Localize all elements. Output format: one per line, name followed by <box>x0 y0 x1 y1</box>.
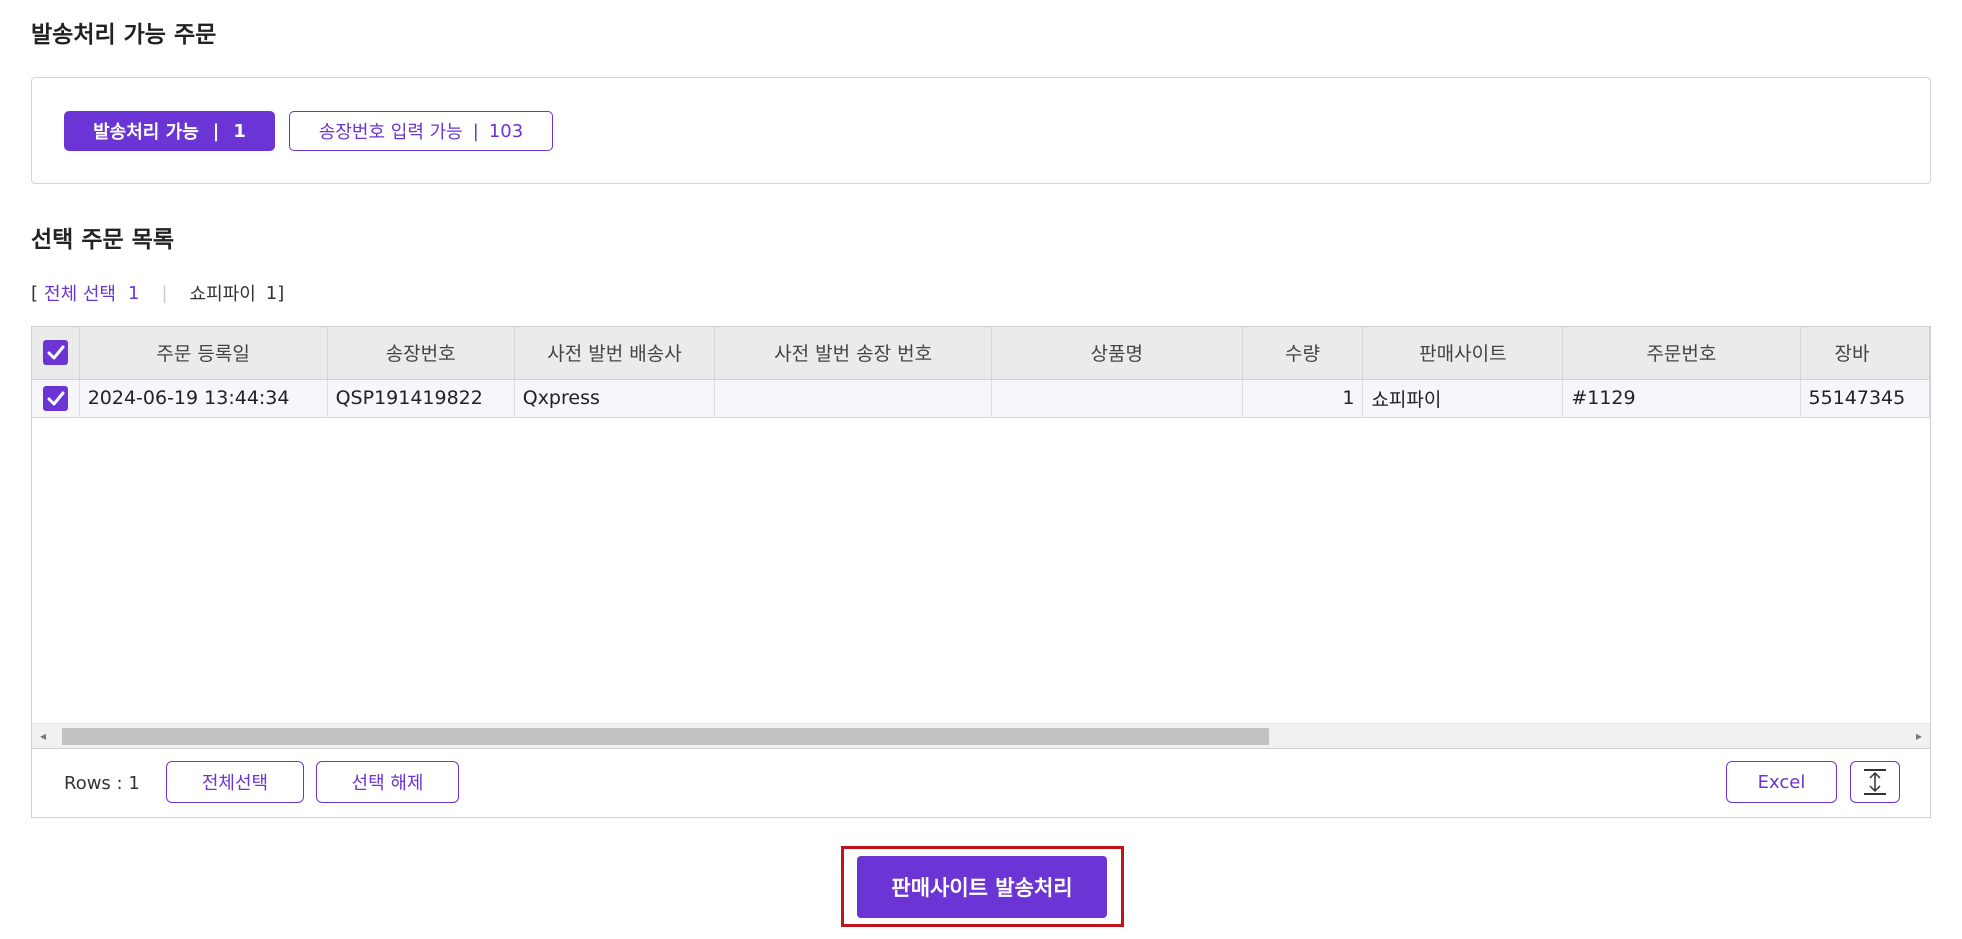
filter-open-bracket: [ <box>31 282 39 304</box>
resize-grid-button[interactable] <box>1850 761 1900 803</box>
ship-to-sales-site-button[interactable]: 판매사이트 발송처리 <box>857 856 1107 918</box>
filter-site-count: 1 <box>265 282 278 304</box>
chip-shippable-count: 1 <box>233 120 246 142</box>
chip-shippable[interactable]: 발송처리 가능 | 1 <box>64 111 275 151</box>
page: 발송처리 가능 주문 발송처리 가능 | 1 송장번호 입력 가능 | 103 … <box>0 0 1962 939</box>
column-header[interactable]: 주문번호 <box>1562 327 1801 380</box>
column-header[interactable]: 수량 <box>1242 327 1364 380</box>
filter-close-bracket: ] <box>277 282 285 304</box>
checkmark-icon <box>47 345 65 360</box>
order-grid: 주문 등록일 송장번호 사전 발번 배송사 사전 발번 송장 번호 상품명 수량… <box>31 326 1931 818</box>
grid-viewport: 주문 등록일 송장번호 사전 발번 배송사 사전 발번 송장 번호 상품명 수량… <box>32 327 1930 748</box>
status-filter-box: 발송처리 가능 | 1 송장번호 입력 가능 | 103 <box>31 77 1931 184</box>
filter-all-count: 1 <box>128 282 140 304</box>
cell-invoice-no: QSP191419822 <box>327 379 515 418</box>
vertical-resize-icon <box>1864 769 1886 795</box>
cell-cart: 55147345 <box>1800 379 1930 418</box>
cell-pre-invoice-no <box>714 379 992 418</box>
site-filter-line: [ 전체 선택 1 | 쇼피파이 1 ] <box>31 280 284 306</box>
order-table: 주문 등록일 송장번호 사전 발번 배송사 사전 발번 송장 번호 상품명 수량… <box>32 327 1930 418</box>
filter-site-link[interactable]: 쇼피파이 <box>190 280 256 306</box>
scrollbar-thumb[interactable] <box>62 728 1269 745</box>
row-checkbox[interactable] <box>42 385 68 411</box>
filter-all-link[interactable]: 전체 선택 <box>44 280 116 306</box>
cell-order-no: #1129 <box>1562 379 1801 418</box>
column-header[interactable]: 상품명 <box>991 327 1243 380</box>
column-header[interactable]: 장바 <box>1800 327 1930 380</box>
chip-shippable-label: 발송처리 가능 <box>93 122 199 143</box>
table-row[interactable]: 2024-06-19 13:44:34 QSP191419822 Qxpress… <box>32 379 1930 418</box>
chip-invoice-input[interactable]: 송장번호 입력 가능 | 103 <box>289 111 553 151</box>
chip-separator: | <box>472 120 479 142</box>
cell-order-date: 2024-06-19 13:44:34 <box>79 379 328 418</box>
filter-divider: | <box>161 282 168 304</box>
excel-export-button[interactable]: Excel <box>1726 761 1837 803</box>
cell-product-name <box>991 379 1243 418</box>
row-checkbox-cell <box>32 379 80 418</box>
grid-footer: Rows : 1 전체선택 선택 해제 Excel <box>32 748 1930 817</box>
table-header-row: 주문 등록일 송장번호 사전 발번 배송사 사전 발번 송장 번호 상품명 수량… <box>32 327 1930 380</box>
rows-count-label: Rows : 1 <box>64 773 140 794</box>
column-header[interactable]: 송장번호 <box>327 327 515 380</box>
chip-separator: | <box>212 120 220 142</box>
select-all-checkbox[interactable] <box>42 340 68 366</box>
column-header[interactable]: 주문 등록일 <box>79 327 328 380</box>
column-header[interactable]: 사전 발번 송장 번호 <box>714 327 992 380</box>
deselect-button[interactable]: 선택 해제 <box>316 761 459 803</box>
scroll-left-icon[interactable]: ◂ <box>32 724 54 748</box>
checkmark-icon <box>47 391 65 405</box>
column-header[interactable]: 사전 발번 배송사 <box>514 327 716 380</box>
select-all-button[interactable]: 전체선택 <box>166 761 304 803</box>
cell-site: 쇼피파이 <box>1362 379 1564 418</box>
column-header[interactable]: 판매사이트 <box>1362 327 1564 380</box>
chip-invoice-input-count: 103 <box>488 120 524 142</box>
section-title-available-orders: 발송처리 가능 주문 <box>31 22 217 48</box>
scroll-right-icon[interactable]: ▸ <box>1908 724 1930 748</box>
cell-quantity: 1 <box>1242 379 1364 418</box>
header-checkbox-cell <box>32 327 80 380</box>
horizontal-scrollbar[interactable]: ◂ ▸ <box>32 723 1930 748</box>
cell-pre-carrier: Qxpress <box>514 379 716 418</box>
chip-invoice-input-label: 송장번호 입력 가능 <box>318 122 463 143</box>
section-title-selected-orders: 선택 주문 목록 <box>31 227 174 253</box>
